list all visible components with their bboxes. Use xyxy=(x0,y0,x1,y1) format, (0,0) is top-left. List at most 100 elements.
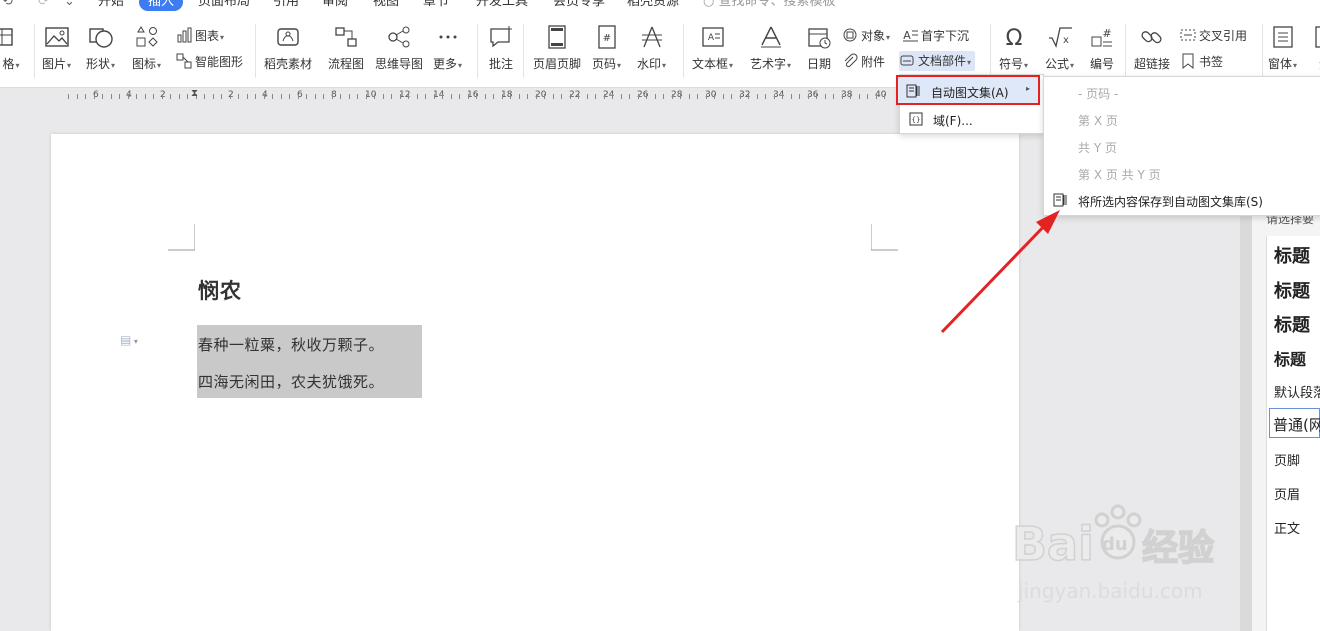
date-button[interactable]: 日期 xyxy=(806,25,832,72)
style-heading-3[interactable]: 标题 xyxy=(1274,311,1310,337)
ruler-tick xyxy=(213,94,214,99)
menu-item-autotext[interactable]: 自动图文集(A) ▸ xyxy=(896,75,1040,105)
tab-member[interactable]: 会员专享 xyxy=(553,0,605,11)
more-button[interactable]: 更多▾ xyxy=(433,25,462,72)
ruler-tick xyxy=(238,94,239,99)
ruler-tick xyxy=(204,94,205,99)
style-header[interactable]: 页眉 xyxy=(1274,484,1300,503)
ruler-tick xyxy=(442,94,443,99)
doc-parts-dropdown: 自动图文集(A) ▸ {} 域(F)... xyxy=(896,74,1044,134)
ruler-tick xyxy=(655,94,656,99)
annotation-arrow xyxy=(940,210,1060,334)
link-icon xyxy=(1141,31,1162,44)
doc-parts-button[interactable]: 文档部件▾ xyxy=(899,51,976,71)
ruler-tick xyxy=(672,94,673,99)
ruler-tick xyxy=(408,94,409,99)
tab-daoke-resources[interactable]: 稻壳资源 xyxy=(627,0,679,11)
tab-view[interactable]: 视图 xyxy=(373,0,399,11)
dropcap-button[interactable]: A 首字下沉 xyxy=(902,26,969,46)
wordart-button[interactable]: 艺术字▾ xyxy=(750,25,791,72)
picture-button[interactable]: 图片▾ xyxy=(42,25,71,72)
page-number-button[interactable]: # 页码▾ xyxy=(592,25,621,72)
ruler-tick xyxy=(527,94,528,99)
calendar-icon xyxy=(808,28,831,49)
svg-text:A: A xyxy=(903,29,911,42)
material-icon xyxy=(277,28,299,46)
tab-page-layout[interactable]: 页面布局 xyxy=(198,0,250,11)
daoke-material-button[interactable]: 稻壳素材 xyxy=(264,25,312,72)
attachment-button[interactable]: 附件 xyxy=(842,52,885,72)
poem-line-1[interactable]: 春种一粒粟，秋收万颗子。 xyxy=(198,334,384,355)
menu-tab-bar: ⟲ ⟳ ⌄ 开始 插入 页面布局 引用 审阅 视图 章节 开发工具 会员专享 稻… xyxy=(0,0,1320,12)
cross-reference-button[interactable]: 交叉引用 xyxy=(1180,26,1247,46)
flowchart-button[interactable]: 流程图 xyxy=(328,25,364,72)
horizontal-ruler[interactable]: 642246810121416182022242628303234363840⧗ xyxy=(0,88,900,106)
hyperlink-button[interactable]: 超链接 xyxy=(1134,25,1170,72)
ruler-tick xyxy=(374,94,375,99)
document-title[interactable]: 悯农 xyxy=(198,275,242,305)
redo-icon[interactable]: ⟳ xyxy=(38,0,49,9)
smart-graphic-button[interactable]: 智能图形 xyxy=(176,52,243,72)
mindmap-icon xyxy=(388,26,410,48)
tab-references[interactable]: 引用 xyxy=(273,0,299,11)
textbox-button[interactable]: A 文本框▾ xyxy=(692,25,733,72)
bookmark-button[interactable]: 书签 xyxy=(1180,52,1223,72)
icon-library-button[interactable]: 图标▾ xyxy=(132,25,161,72)
svg-text:x: x xyxy=(1063,35,1069,46)
resource-icon xyxy=(1315,26,1320,48)
style-body-text[interactable]: 正文 xyxy=(1274,518,1300,537)
ruler-tick xyxy=(391,94,392,99)
dropcap-icon: A xyxy=(903,29,918,42)
window-form-button[interactable]: 窗体▾ xyxy=(1268,25,1297,72)
style-heading-4[interactable]: 标题 xyxy=(1274,346,1306,370)
ribbon-separator xyxy=(1262,24,1263,78)
ruler-tick xyxy=(128,94,129,99)
submenu-item-save-selection[interactable]: 将所选内容保存到自动图文集库(S) xyxy=(1044,187,1320,213)
object-button[interactable]: 对象▾ xyxy=(842,26,890,46)
svg-text:#: # xyxy=(1102,27,1111,40)
command-search-input[interactable]: ○ 查找命令、搜索模板 xyxy=(703,0,836,11)
numbering-button[interactable]: # 编号 xyxy=(1089,25,1115,72)
style-footer[interactable]: 页脚 xyxy=(1274,450,1300,469)
ruler-tick xyxy=(111,94,112,99)
autotext-icon xyxy=(906,84,920,98)
ruler-tick xyxy=(842,94,843,99)
resource-button[interactable]: 资 xyxy=(1312,25,1320,72)
tab-review[interactable]: 审阅 xyxy=(322,0,348,11)
style-heading-2[interactable]: 标题 xyxy=(1274,277,1310,303)
ruler-tick xyxy=(680,94,681,99)
search-icon: ○ xyxy=(703,0,719,9)
ruler-tick xyxy=(264,94,265,99)
tab-developer[interactable]: 开发工具 xyxy=(476,0,528,11)
formula-button[interactable]: x 公式▾ xyxy=(1045,25,1074,72)
comment-button[interactable]: 批注 xyxy=(488,25,514,72)
table-button[interactable]: 格▾ xyxy=(0,25,24,72)
chart-button[interactable]: 图表▾ xyxy=(176,26,224,46)
tab-insert[interactable]: 插入 xyxy=(139,0,184,11)
ruler-tick xyxy=(731,94,732,99)
ruler-tick xyxy=(332,94,333,99)
chart-icon xyxy=(177,27,192,43)
ribbon-separator xyxy=(477,24,478,78)
watermark-button[interactable]: 水印▾ xyxy=(637,25,666,72)
ruler-tick xyxy=(774,94,775,99)
menu-item-field[interactable]: {} 域(F)... xyxy=(900,106,1043,132)
style-heading-1[interactable]: 标题 xyxy=(1274,242,1310,268)
undo-icon[interactable]: ⟲ xyxy=(2,0,13,9)
header-footer-button[interactable]: 页眉页脚 xyxy=(533,25,581,72)
tab-chapter[interactable]: 章节 xyxy=(423,0,449,11)
ruler-tick xyxy=(349,94,350,99)
mindmap-button[interactable]: 思维导图 xyxy=(375,25,423,72)
poem-line-2[interactable]: 四海无闲田，农夫犹饿死。 xyxy=(198,371,384,392)
tab-home[interactable]: 开始 xyxy=(98,0,124,11)
indent-marker-icon[interactable]: ⧗ xyxy=(191,88,198,99)
symbol-button[interactable]: Ω 符号▾ xyxy=(999,25,1028,72)
header-footer-icon xyxy=(548,25,566,49)
style-default-paragraph[interactable]: 默认段落 xyxy=(1274,382,1320,401)
paragraph-handle-icon[interactable]: ▤ ▾ xyxy=(120,333,138,347)
svg-text:经验: 经验 xyxy=(1142,528,1214,569)
ruler-tick xyxy=(476,94,477,99)
quick-access-more-icon[interactable]: ⌄ xyxy=(64,0,75,9)
shape-button[interactable]: 形状▾ xyxy=(86,25,115,72)
submenu-arrow-icon: ▸ xyxy=(1026,84,1031,93)
